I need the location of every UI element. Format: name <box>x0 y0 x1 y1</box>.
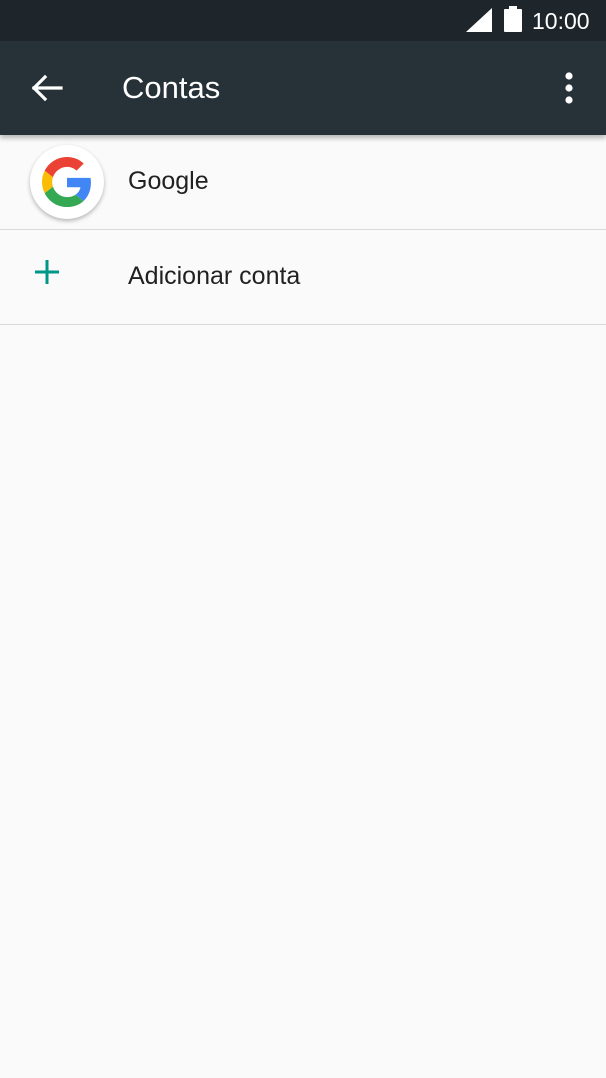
google-icon <box>30 145 104 219</box>
add-icon <box>35 260 59 284</box>
add-account-label: Adicionar conta <box>128 262 301 290</box>
status-time: 10:00 <box>532 8 590 34</box>
accounts-list: Google Adicionar conta <box>0 135 606 325</box>
more-vert-icon[interactable] <box>552 69 586 107</box>
account-item-google[interactable]: Google <box>0 135 606 230</box>
add-account-item[interactable]: Adicionar conta <box>0 230 606 325</box>
page-title: Contas <box>122 70 221 105</box>
status-bar: 10:00 <box>0 0 606 41</box>
battery-icon <box>504 6 522 32</box>
account-label: Google <box>128 167 209 195</box>
app-bar: Contas <box>0 41 606 135</box>
signal-icon <box>466 8 492 32</box>
back-arrow-icon[interactable] <box>28 69 66 107</box>
